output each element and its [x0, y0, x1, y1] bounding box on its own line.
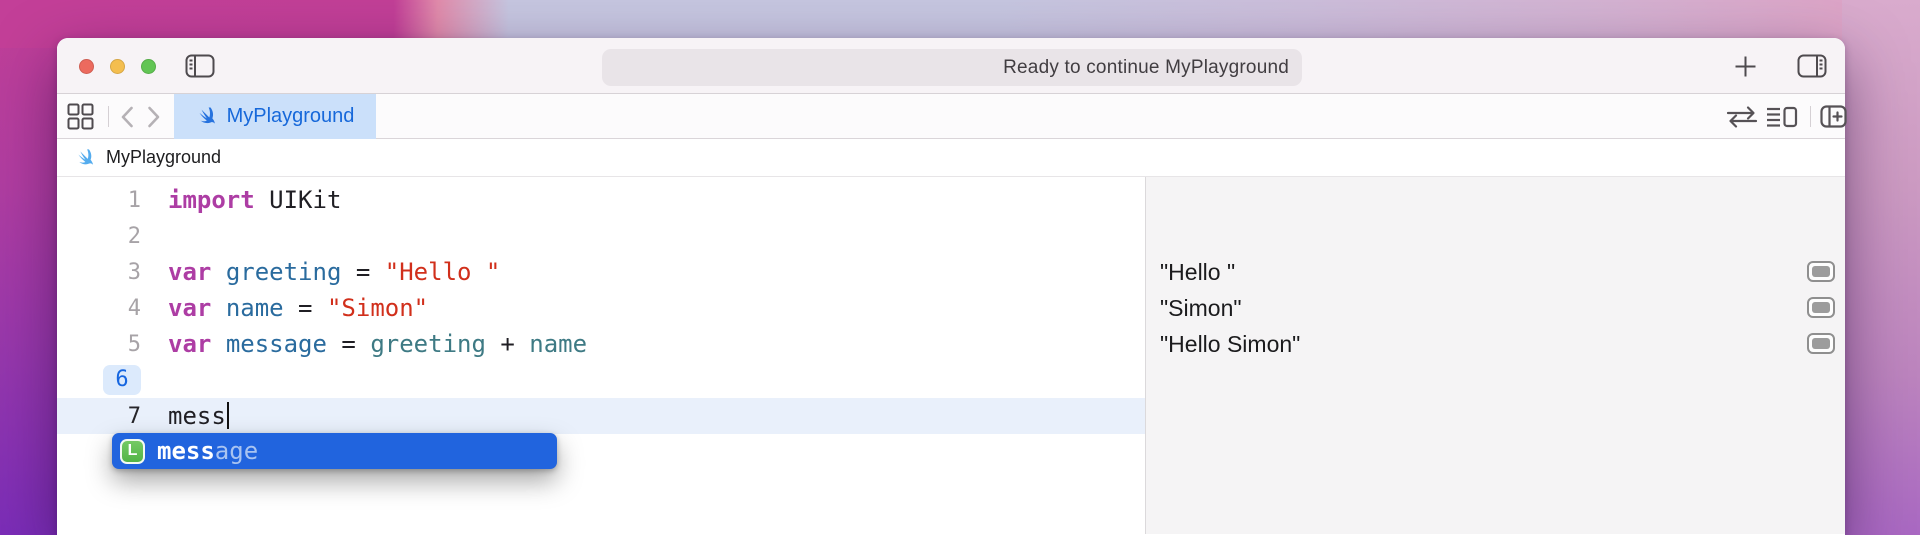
editor-line-5[interactable]: 5var message = greeting + name: [57, 326, 1145, 362]
code-text: mess: [141, 402, 229, 431]
code-text: var name = "Simon": [141, 294, 428, 322]
go-back-icon[interactable]: [119, 94, 136, 139]
jump-bar-file-label: MyPlayground: [106, 147, 221, 168]
line-number: 4: [57, 296, 141, 321]
show-result-button[interactable]: [1807, 297, 1835, 318]
line-number: 6: [57, 365, 141, 395]
result-value: "Simon": [1160, 295, 1242, 322]
tab-label: MyPlayground: [227, 105, 355, 128]
completion-kind-local-icon: L: [120, 439, 145, 464]
selected-line-number: 6: [103, 365, 141, 395]
editor-line-3[interactable]: 3var greeting = "Hello ": [57, 254, 1145, 290]
line-number: 2: [57, 224, 141, 249]
line-number: 3: [57, 260, 141, 285]
toggle-navigator-icon[interactable]: [185, 38, 215, 94]
code-text: var message = greeting + name: [141, 330, 587, 358]
text-cursor: [227, 402, 229, 429]
result-row: "Simon": [1146, 290, 1845, 326]
editor-area: 1import UIKit23var greeting = "Hello "4v…: [57, 177, 1845, 534]
related-items-swap-icon[interactable]: [1725, 94, 1759, 139]
playground-results-sidebar: "Hello " "Simon" "Hello Simon": [1145, 177, 1845, 534]
divider: [108, 106, 109, 127]
autocomplete-popup[interactable]: L message: [112, 433, 557, 469]
xcode-window: Ready to continue MyPlayground: [57, 38, 1845, 535]
code-text: import UIKit: [141, 186, 341, 214]
line-number: 5: [57, 332, 141, 357]
line-number: 7: [57, 404, 141, 429]
editor-line-1[interactable]: 1import UIKit: [57, 182, 1145, 218]
activity-viewer: Ready to continue MyPlayground: [602, 49, 1302, 86]
completion-remainder-text: age: [215, 437, 258, 465]
add-tab-icon[interactable]: [1734, 38, 1757, 94]
jump-bar[interactable]: MyPlayground: [57, 139, 1845, 177]
minimize-button[interactable]: [110, 59, 125, 74]
toggle-inspector-icon[interactable]: [1797, 38, 1827, 94]
result-row: "Hello Simon": [1146, 326, 1845, 362]
zoom-button[interactable]: [141, 59, 156, 74]
go-forward-icon[interactable]: [145, 94, 162, 139]
close-button[interactable]: [79, 59, 94, 74]
editor-options-icon[interactable]: [1765, 94, 1799, 139]
show-result-button[interactable]: [1807, 261, 1835, 282]
result-row: "Hello ": [1146, 254, 1845, 290]
tab-bar: MyPlayground: [57, 94, 1845, 139]
show-result-button[interactable]: [1807, 333, 1835, 354]
editor-line-2[interactable]: 2: [57, 218, 1145, 254]
screenshot-root: Ready to continue MyPlayground: [0, 0, 1920, 535]
divider: [1810, 106, 1811, 127]
desktop-wallpaper-right: [1842, 0, 1920, 535]
result-value: "Hello ": [1160, 259, 1235, 286]
toolbar: Ready to continue MyPlayground: [57, 38, 1845, 94]
editor-line-4[interactable]: 4var name = "Simon": [57, 290, 1145, 326]
show-result-fill: [1812, 338, 1830, 349]
line-number: 1: [57, 188, 141, 213]
completion-matched-text: mess: [157, 437, 215, 465]
swift-icon: [196, 105, 219, 128]
activity-status-text: Ready to continue MyPlayground: [1003, 57, 1289, 79]
editor-line-6[interactable]: 6: [57, 362, 1145, 398]
editor-grid-icon[interactable]: [67, 94, 94, 139]
show-result-fill: [1812, 266, 1830, 277]
completion-suggestion: message: [157, 437, 258, 465]
show-result-fill: [1812, 302, 1830, 313]
code-text: var greeting = "Hello ": [141, 258, 500, 286]
editor-line-7[interactable]: 7mess: [57, 398, 1145, 434]
source-editor[interactable]: 1import UIKit23var greeting = "Hello "4v…: [57, 177, 1145, 534]
add-editor-icon[interactable]: [1820, 94, 1847, 139]
tab-myplayground[interactable]: MyPlayground: [174, 94, 376, 139]
swift-icon: [75, 147, 97, 169]
result-value: "Hello Simon": [1160, 331, 1300, 358]
